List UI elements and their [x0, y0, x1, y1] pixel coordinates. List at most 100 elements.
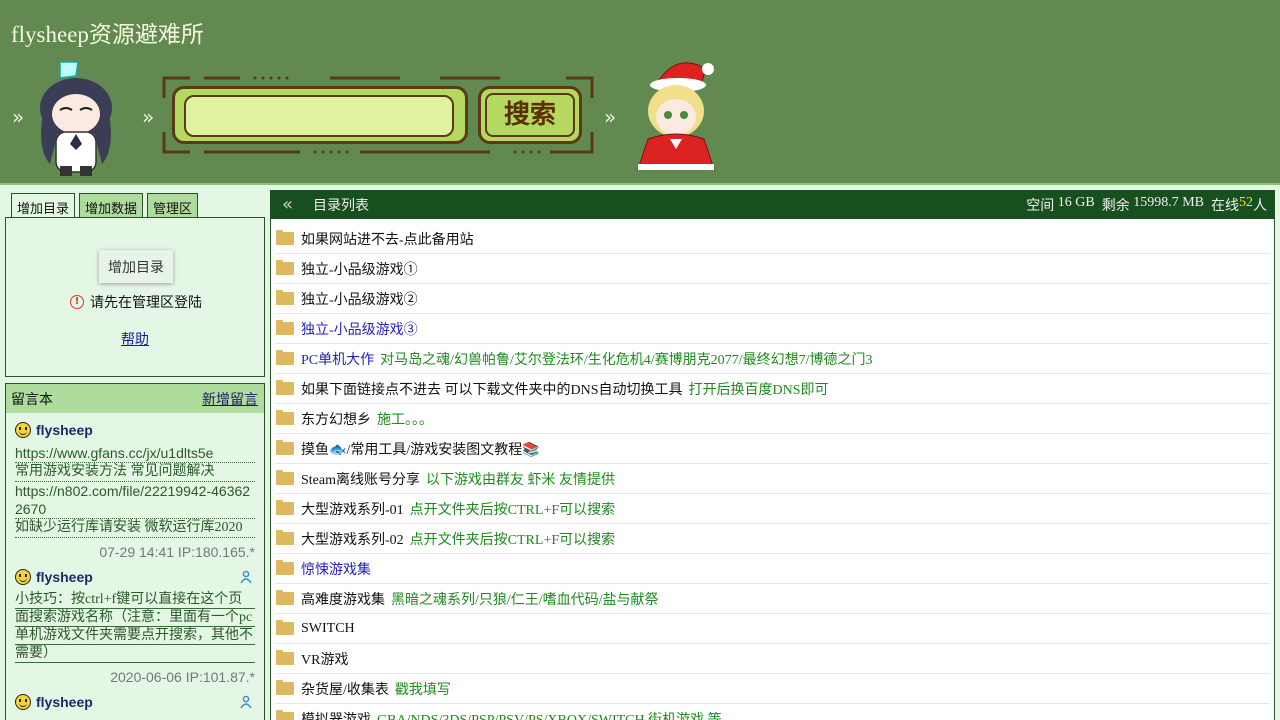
space-label: 空间 [1026, 198, 1055, 214]
site-header: flysheep资源避难所 » » 搜索 » [0, 0, 1280, 185]
separator-3: » [604, 105, 617, 129]
mascot-right-image [637, 62, 715, 170]
tab-add-data[interactable]: 增加数据 [79, 193, 144, 218]
directory-name[interactable]: 模拟器游戏 [301, 709, 371, 720]
smiley-icon [15, 569, 31, 585]
directory-row[interactable]: 独立-小品级游戏② [275, 284, 1270, 314]
add-directory-button[interactable]: 增加目录 [99, 250, 173, 283]
guestbook-line: 常用游戏安装方法 常见问题解决 [15, 463, 255, 482]
separator-2: » [142, 105, 155, 129]
guestbook-entry: flysheep https://www.gfans.cc/jx/u1dlts5… [6, 413, 264, 560]
directory-row[interactable]: 高难度游戏集 黑暗之魂系列/只狼/仁王/嗜血代码/盐与献祭 [275, 584, 1270, 614]
directory-name[interactable]: 独立-小品级游戏① [301, 259, 418, 279]
space-value: 16 GB [1057, 194, 1095, 210]
guestbook-user: flysheep [15, 693, 255, 711]
directory-row[interactable]: VR游戏 [275, 644, 1270, 674]
smiley-icon [15, 422, 31, 438]
directory-row[interactable]: Steam离线账号分享 以下游戏由群友 虾米 友情提供 [275, 464, 1270, 494]
tab-admin[interactable]: 管理区 [147, 193, 199, 218]
guestbook-username[interactable]: flysheep [36, 569, 93, 585]
directory-name[interactable]: 惊悚游戏集 [301, 559, 371, 579]
new-message-link[interactable]: 新增留言 [202, 389, 258, 409]
directory-row[interactable]: 独立-小品级游戏① [275, 254, 1270, 284]
directory-name[interactable]: 大型游戏系列-01 [301, 499, 404, 519]
storage-stats: 空间 16 GB 剩余 15998.7 MB 在线 52 人 [1026, 195, 1267, 215]
folder-icon [276, 500, 294, 515]
directory-name[interactable]: VR游戏 [301, 649, 348, 669]
guestbook-line[interactable]: https://n802.com/file/22219942-463622670 [15, 482, 255, 519]
directory-name[interactable]: PC单机大作 [301, 349, 374, 369]
directory-note: 点开文件夹后按CTRL+F可以搜索 [409, 532, 616, 548]
login-notice-text: 请先在管理区登陆 [90, 296, 202, 311]
directory-row[interactable]: 摸鱼🐟/常用工具/游戏安装图文教程📚 [275, 434, 1270, 464]
remain-label: 剩余 [1101, 198, 1130, 214]
directory-name[interactable]: Steam离线账号分享 [301, 469, 420, 489]
guestbook-header: 留言本 新增留言 [6, 384, 264, 413]
online-count: 52 [1239, 194, 1253, 210]
directory-row[interactable]: 惊悚游戏集 [275, 554, 1270, 584]
smiley-icon [15, 694, 31, 710]
directory-note: 黑暗之魂系列/只狼/仁王/嗜血代码/盐与献祭 [391, 592, 659, 608]
directory-name[interactable]: 如果网站进不去-点此备用站 [301, 229, 474, 249]
person-icon[interactable] [240, 695, 252, 709]
login-notice: ! 请先在管理区登陆 [70, 292, 202, 312]
directory-row[interactable]: 模拟器游戏 GBA/NDS/3DS/PSP/PSV/PS/XBOX/SWITCH … [275, 704, 1270, 720]
directory-row[interactable]: 独立-小品级游戏③ [275, 314, 1270, 344]
guestbook-entry: flysheep 小技巧：按ctrl+f键可以直接在这个页面搜索游戏名称（注意：… [6, 560, 264, 685]
folder-icon [276, 410, 294, 425]
directory-name[interactable]: 高难度游戏集 [301, 589, 385, 609]
guestbook-line: 如缺少运行库请安装 微软运行库2020 [15, 519, 255, 538]
folder-icon [276, 260, 294, 275]
guestbook-line[interactable]: https://www.gfans.cc/jx/u1dlts5e [15, 444, 255, 463]
directory-name[interactable]: 杂货屋/收集表 [301, 679, 389, 699]
remain-value: 15998.7 MB [1133, 194, 1204, 210]
person-icon[interactable] [240, 570, 252, 584]
search-button[interactable]: 搜索 [478, 86, 582, 144]
folder-icon [276, 710, 294, 720]
guestbook-user: flysheep [15, 421, 255, 439]
guestbook-meta: 07-29 14:41 IP:180.165.* [99, 544, 255, 560]
folder-icon [276, 620, 294, 635]
directory-name[interactable]: 独立-小品级游戏② [301, 289, 418, 309]
directory-name[interactable]: SWITCH [301, 621, 355, 637]
directory-row[interactable]: PC单机大作 对马岛之魂/幻兽帕鲁/艾尔登法环/生化危机4/赛博朋克2077/最终… [275, 344, 1270, 374]
online-label: 在线 [1211, 198, 1239, 214]
directory-row[interactable]: 如果网站进不去-点此备用站 [275, 224, 1270, 254]
collapse-left-icon[interactable]: « [282, 194, 304, 215]
folder-icon [276, 650, 294, 665]
guestbook-line: 小技巧：按ctrl+f键可以直接在这个页面搜索游戏名称（注意：里面有一个pc单机… [15, 591, 255, 663]
folder-icon [276, 320, 294, 335]
directory-row[interactable]: SWITCH [275, 614, 1270, 644]
directory-note: 点开文件夹后按CTRL+F可以搜索 [409, 502, 616, 518]
site-title[interactable]: flysheep资源避难所 [11, 15, 204, 49]
directory-note: 打开后换百度DNS即可 [688, 382, 829, 398]
search-button-label: 搜索 [503, 100, 556, 130]
guestbook-user: flysheep [15, 568, 255, 586]
directory-name[interactable]: 如果下面链接点不进去 可以下载文件夹中的DNS自动切换工具 [301, 379, 683, 399]
directory-note: GBA/NDS/3DS/PSP/PSV/PS/XBOX/SWITCH 街机游戏 … [377, 712, 722, 720]
folder-icon [276, 350, 294, 365]
directory-row[interactable]: 杂货屋/收集表 戳我填写 [275, 674, 1270, 704]
help-link[interactable]: 帮助 [121, 329, 149, 349]
tab-add-directory[interactable]: 增加目录 [11, 193, 76, 219]
search-input[interactable] [184, 95, 454, 137]
directory-name[interactable]: 独立-小品级游戏③ [301, 319, 418, 339]
folder-icon [276, 230, 294, 245]
online-unit: 人 [1253, 198, 1267, 214]
directory-name[interactable]: 摸鱼🐟/常用工具/游戏安装图文教程📚 [301, 439, 540, 459]
guestbook-meta: 2020-06-06 IP:101.87.* [110, 669, 255, 685]
directory-name[interactable]: 东方幻想乡 [301, 409, 371, 429]
directory-note: 以下游戏由群友 虾米 友情提供 [426, 472, 615, 488]
directory-name[interactable]: 大型游戏系列-02 [301, 529, 404, 549]
folder-icon [276, 530, 294, 545]
directory-note: 施工。。。 [377, 412, 433, 428]
folder-icon [276, 440, 294, 455]
folder-icon [276, 290, 294, 305]
guestbook-username[interactable]: flysheep [36, 422, 93, 438]
directory-row[interactable]: 大型游戏系列-01 点开文件夹后按CTRL+F可以搜索 [275, 494, 1270, 524]
directory-row[interactable]: 东方幻想乡 施工。。。 [275, 404, 1270, 434]
directory-row[interactable]: 如果下面链接点不进去 可以下载文件夹中的DNS自动切换工具 打开后换百度DNS即可 [275, 374, 1270, 404]
guestbook-username[interactable]: flysheep [36, 694, 93, 710]
directory-row[interactable]: 大型游戏系列-02 点开文件夹后按CTRL+F可以搜索 [275, 524, 1270, 554]
directory-list-header: « 目录列表 空间 16 GB 剩余 15998.7 MB 在线 52 人 [270, 190, 1275, 219]
